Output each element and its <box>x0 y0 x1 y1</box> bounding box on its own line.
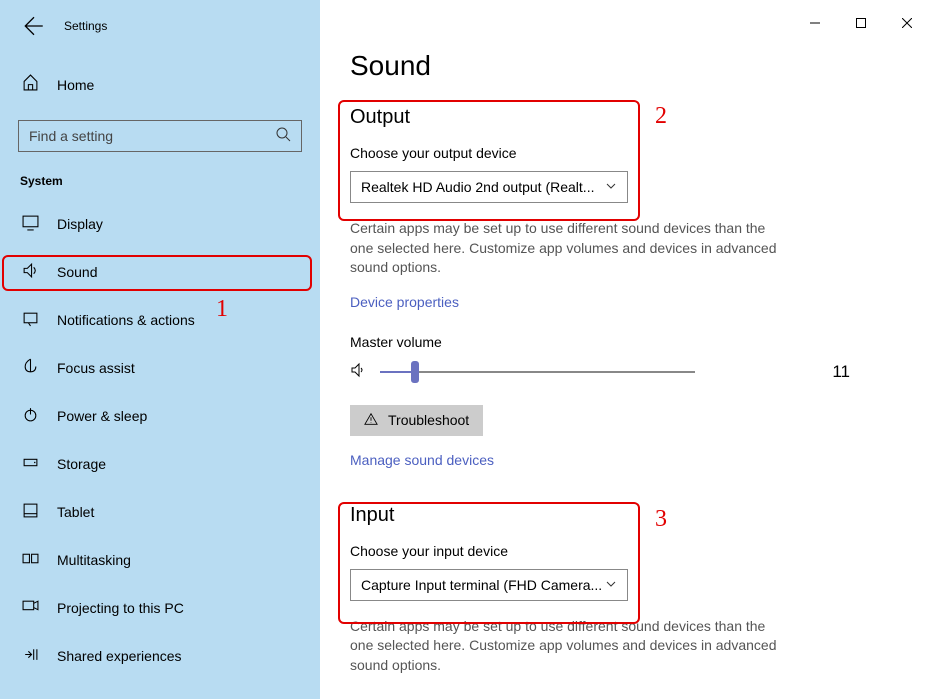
nav-label: Multitasking <box>57 552 131 568</box>
nav-notifications[interactable]: Notifications & actions <box>0 296 320 344</box>
window-title: Settings <box>64 19 107 33</box>
nav-label: Power & sleep <box>57 408 147 424</box>
storage-icon <box>22 454 39 474</box>
input-device-value: Capture Input terminal (FHD Camera... <box>361 577 602 593</box>
slider-fill <box>380 371 415 373</box>
warning-icon <box>364 412 378 429</box>
page-title: Sound <box>350 50 910 82</box>
search-input-container[interactable] <box>18 120 302 152</box>
nav-label: Notifications & actions <box>57 312 195 328</box>
nav-storage[interactable]: Storage <box>0 440 320 488</box>
project-icon <box>22 598 39 618</box>
home-icon <box>22 74 39 96</box>
speaker-icon[interactable] <box>350 362 366 383</box>
manage-devices-link[interactable]: Manage sound devices <box>350 452 494 468</box>
search-icon <box>275 126 291 147</box>
nav-tablet[interactable]: Tablet <box>0 488 320 536</box>
chevron-down-icon <box>605 577 617 593</box>
sidebar: Settings Home System Display Sound Notif… <box>0 0 320 699</box>
nav-label: Sound <box>57 264 97 280</box>
minimize-button[interactable] <box>792 8 838 38</box>
nav-group-label: System <box>0 152 320 200</box>
nav-label: Focus assist <box>57 360 135 376</box>
input-device-label: Choose your input device <box>350 543 910 559</box>
input-heading: Input <box>350 504 910 527</box>
back-button[interactable] <box>24 16 44 36</box>
nav-multitasking[interactable]: Multitasking <box>0 536 320 584</box>
notifications-icon <box>22 310 39 330</box>
nav-label: Shared experiences <box>57 648 182 664</box>
nav-display[interactable]: Display <box>0 200 320 248</box>
nav-label: Projecting to this PC <box>57 600 184 616</box>
input-help-text: Certain apps may be set up to use differ… <box>350 617 790 676</box>
nav-sound[interactable]: Sound <box>0 248 320 296</box>
nav-focus-assist[interactable]: Focus assist <box>0 344 320 392</box>
chevron-down-icon <box>605 179 617 195</box>
display-icon <box>22 214 39 234</box>
sound-icon <box>22 262 39 282</box>
nav-shared[interactable]: Shared experiences <box>0 632 320 680</box>
search-input[interactable] <box>29 128 275 144</box>
nav-label: Display <box>57 216 103 232</box>
input-device-dropdown[interactable]: Capture Input terminal (FHD Camera... <box>350 569 628 601</box>
output-heading: Output <box>350 106 910 129</box>
nav-power[interactable]: Power & sleep <box>0 392 320 440</box>
troubleshoot-label: Troubleshoot <box>388 412 469 428</box>
home-label: Home <box>57 77 94 93</box>
troubleshoot-button[interactable]: Troubleshoot <box>350 405 483 436</box>
focus-icon <box>22 358 39 378</box>
window-controls <box>792 8 930 38</box>
output-help-text: Certain apps may be set up to use differ… <box>350 219 790 278</box>
main-content: Sound Output Choose your output device R… <box>320 0 940 699</box>
tablet-icon <box>22 502 39 522</box>
nav-label: Tablet <box>57 504 94 520</box>
multitasking-icon <box>22 550 39 570</box>
power-icon <box>22 406 39 426</box>
slider-thumb[interactable] <box>411 361 419 383</box>
maximize-button[interactable] <box>838 8 884 38</box>
volume-slider[interactable] <box>380 371 695 373</box>
master-volume-label: Master volume <box>350 334 910 350</box>
output-device-value: Realtek HD Audio 2nd output (Realt... <box>361 179 594 195</box>
output-device-label: Choose your output device <box>350 145 910 161</box>
nav-projecting[interactable]: Projecting to this PC <box>0 584 320 632</box>
nav-label: Storage <box>57 456 106 472</box>
home-nav[interactable]: Home <box>0 60 320 110</box>
output-device-dropdown[interactable]: Realtek HD Audio 2nd output (Realt... <box>350 171 628 203</box>
volume-value: 11 <box>832 362 850 382</box>
device-properties-link[interactable]: Device properties <box>350 294 459 310</box>
shared-icon <box>22 646 39 666</box>
close-button[interactable] <box>884 8 930 38</box>
